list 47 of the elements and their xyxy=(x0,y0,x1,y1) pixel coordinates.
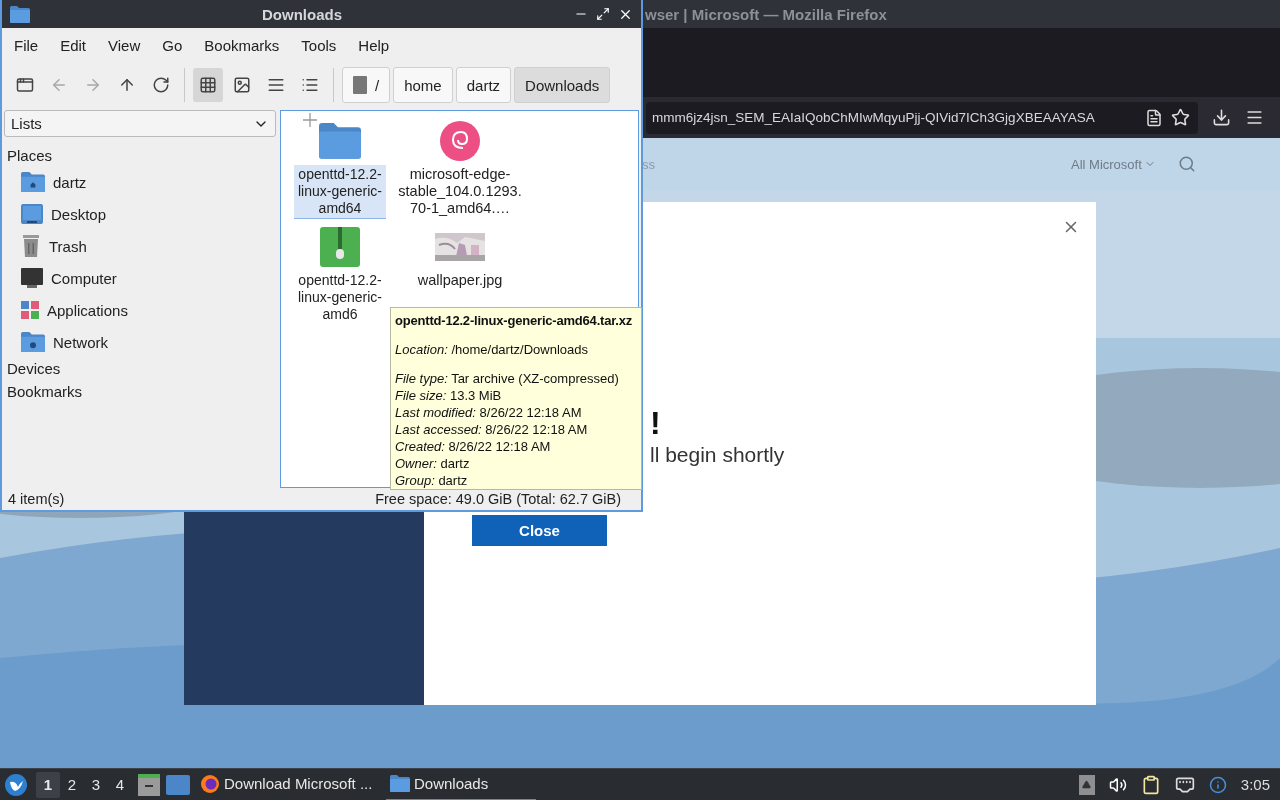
menu-item[interactable]: Edit xyxy=(60,36,87,54)
path-button[interactable]: / xyxy=(342,67,391,103)
address-field[interactable]: mmm6jz4jsn_SEM_EAIaIQobChMIwMqyuPjj-QIVid7ICh3GjgXBEAAYASA xyxy=(646,101,1198,134)
menu-item[interactable]: View xyxy=(108,36,141,54)
bookmark-star-icon[interactable] xyxy=(1171,108,1190,127)
menu-item[interactable]: File xyxy=(14,36,39,54)
notification-icon[interactable] xyxy=(1208,775,1227,794)
volume-icon[interactable] xyxy=(1108,775,1127,794)
view-mode-button[interactable] xyxy=(193,68,223,102)
eject-icon[interactable] xyxy=(1078,774,1095,795)
grid-icon xyxy=(199,76,217,94)
maximize-icon[interactable] xyxy=(596,6,610,21)
file-cabinet-icon[interactable] xyxy=(138,773,160,796)
desktop-switcher-button[interactable]: 2 xyxy=(60,771,84,798)
desktop-switcher-button[interactable]: 1 xyxy=(36,771,60,798)
forward-icon xyxy=(84,76,102,94)
desktop-switcher-button[interactable]: 3 xyxy=(84,771,108,798)
desktop-icon[interactable] xyxy=(166,774,190,795)
menu-icon[interactable] xyxy=(1245,108,1264,127)
download-icon[interactable] xyxy=(1212,108,1231,127)
window-title: Downloads xyxy=(261,5,343,23)
plus-icon xyxy=(303,113,317,127)
window-title: wser | Microsoft — Mozilla Firefox xyxy=(645,5,887,23)
task-button[interactable]: Downloads xyxy=(386,768,536,800)
reader-view-icon[interactable] xyxy=(1145,108,1163,127)
side-pane-mode-dropdown[interactable]: Lists xyxy=(4,110,276,137)
start-menu-icon[interactable] xyxy=(4,772,28,797)
menu-item[interactable]: Bookmarks xyxy=(204,36,280,54)
reload-icon xyxy=(152,76,170,94)
path-button[interactable]: home xyxy=(393,67,453,103)
path-button[interactable]: dartz xyxy=(455,67,512,103)
desktop-switcher-button[interactable]: 4 xyxy=(108,771,132,798)
path-button[interactable]: Downloads xyxy=(514,67,611,103)
clock[interactable]: 3:05 xyxy=(1240,776,1270,793)
folder-icon xyxy=(390,775,410,792)
image-icon xyxy=(233,76,251,94)
task-button[interactable]: Download Microsoft ... xyxy=(196,768,386,800)
drive-icon xyxy=(353,76,367,94)
menu-item[interactable]: Go xyxy=(162,36,183,54)
new-tab-icon xyxy=(16,76,34,94)
lines-icon xyxy=(267,76,285,94)
back-icon xyxy=(50,76,68,94)
menu-item[interactable]: Help xyxy=(358,36,390,54)
folder-icon xyxy=(10,5,30,23)
menu-item[interactable]: Tools xyxy=(301,36,337,54)
list-icon xyxy=(301,76,319,94)
browser-icon xyxy=(200,773,220,794)
